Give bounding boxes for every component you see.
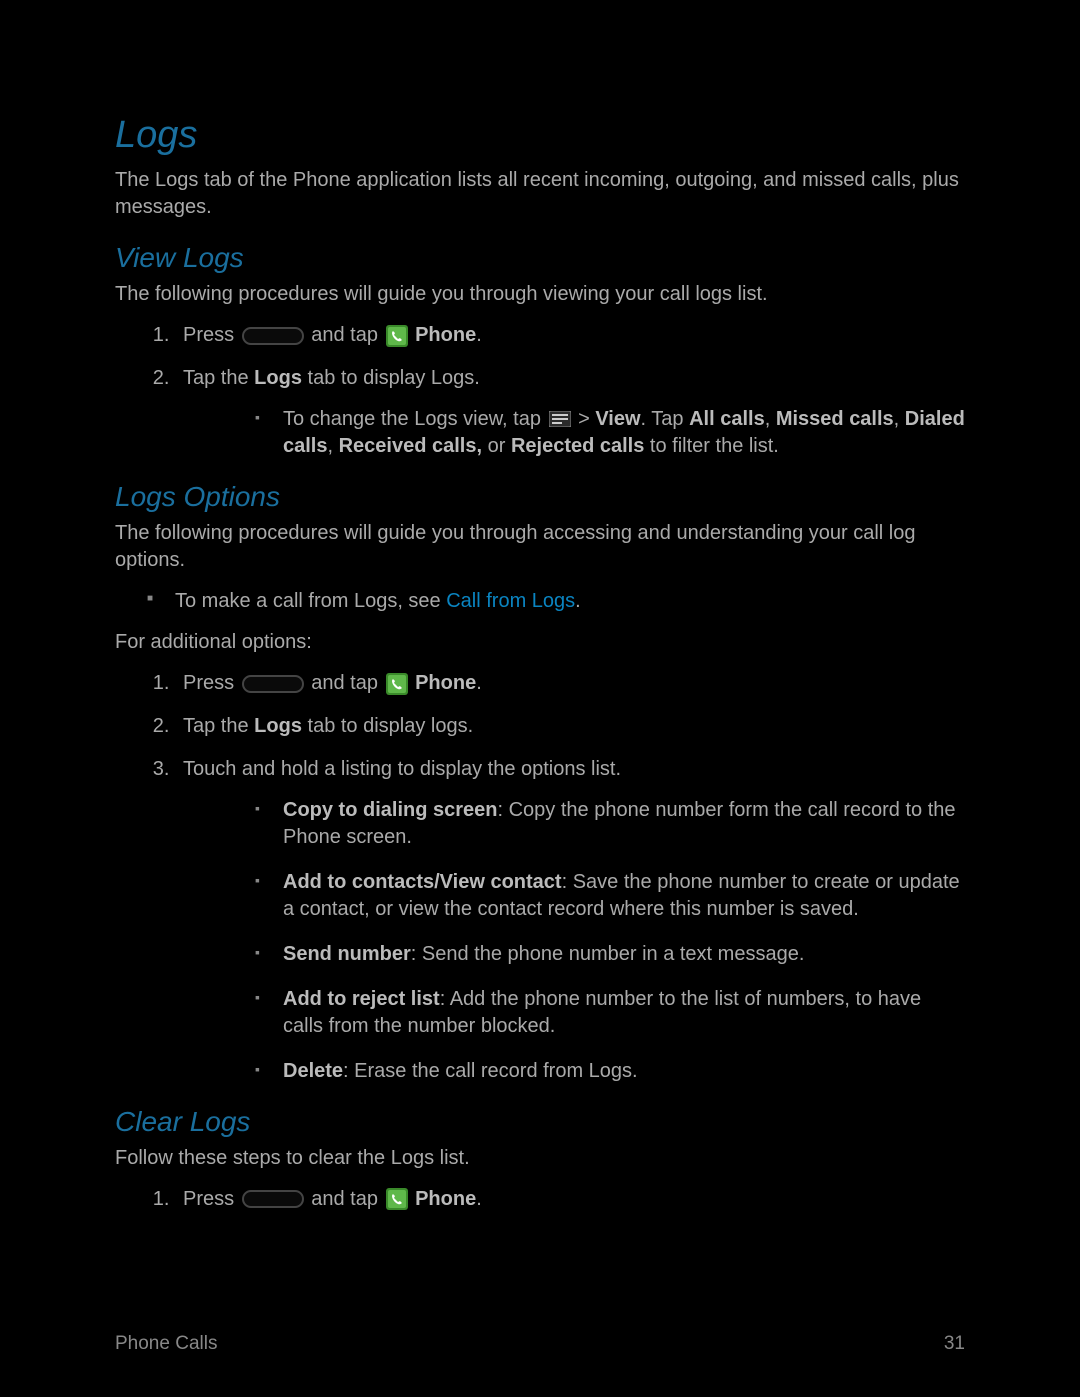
phone-label: Phone xyxy=(415,672,476,694)
text: and tap xyxy=(306,672,384,694)
text: > xyxy=(573,408,596,430)
logs-options-heading: Logs Options xyxy=(115,478,965,516)
opt-label: Add to reject list xyxy=(283,988,440,1010)
opt-text: : Send the phone number in a text messag… xyxy=(411,943,805,965)
logs-label: Logs xyxy=(254,367,302,389)
text: and tap xyxy=(306,324,384,346)
phone-icon xyxy=(386,1188,408,1210)
text: or xyxy=(482,435,511,457)
received-calls-label: Received calls, xyxy=(339,435,482,457)
text: Press xyxy=(183,324,240,346)
options-bullet-list: To make a call from Logs, see Call from … xyxy=(175,588,965,615)
view-sub-bullets: To change the Logs view, tap > View. Tap… xyxy=(283,406,965,460)
additional-options-text: For additional options: xyxy=(115,629,965,656)
options-steps: Press and tap Phone. Tap the Logs tab to… xyxy=(175,670,965,1085)
option-copy: Copy to dialing screen: Copy the phone n… xyxy=(283,797,965,851)
text: . xyxy=(575,590,581,612)
missed-calls-label: Missed calls xyxy=(776,408,894,430)
footer-page-number: 31 xyxy=(944,1331,965,1357)
menu-icon xyxy=(549,411,571,427)
home-button-icon xyxy=(242,1190,304,1208)
view-logs-intro: The following procedures will guide you … xyxy=(115,281,965,308)
opt-label: Add to contacts/View contact xyxy=(283,871,562,893)
page: Logs The Logs tab of the Phone applicati… xyxy=(0,0,1080,1397)
text: , xyxy=(327,435,338,457)
text: , xyxy=(894,408,905,430)
text: Tap the xyxy=(183,367,254,389)
text: , xyxy=(765,408,776,430)
text: Touch and hold a listing to display the … xyxy=(183,758,621,780)
rejected-calls-label: Rejected calls xyxy=(511,435,644,457)
text: tab to display Logs. xyxy=(302,367,480,389)
text: . Tap xyxy=(641,408,690,430)
footer-section: Phone Calls xyxy=(115,1331,217,1357)
call-from-logs-link[interactable]: Call from Logs xyxy=(446,590,575,612)
text: Press xyxy=(183,672,240,694)
all-calls-label: All calls xyxy=(689,408,765,430)
option-delete: Delete: Erase the call record from Logs. xyxy=(283,1058,965,1085)
text: . xyxy=(476,1188,482,1210)
view-step-1: Press and tap Phone. xyxy=(175,322,965,349)
clear-step-1: Press and tap Phone. xyxy=(175,1186,965,1213)
view-step-2: Tap the Logs tab to display Logs. To cha… xyxy=(175,365,965,460)
text: Press xyxy=(183,1188,240,1210)
logs-options-intro: The following procedures will guide you … xyxy=(115,520,965,574)
opt-label: Send number xyxy=(283,943,411,965)
phone-icon xyxy=(386,325,408,347)
text: tab to display logs. xyxy=(302,715,473,737)
view-logs-steps: Press and tap Phone. Tap the Logs tab to… xyxy=(175,322,965,460)
phone-label: Phone xyxy=(415,1188,476,1210)
clear-logs-heading: Clear Logs xyxy=(115,1103,965,1141)
options-sub-bullets: Copy to dialing screen: Copy the phone n… xyxy=(283,797,965,1085)
clear-logs-intro: Follow these steps to clear the Logs lis… xyxy=(115,1145,965,1172)
text: To change the Logs view, tap xyxy=(283,408,547,430)
option-send-number: Send number: Send the phone number in a … xyxy=(283,941,965,968)
text: Tap the xyxy=(183,715,254,737)
view-sub-bullet: To change the Logs view, tap > View. Tap… xyxy=(283,406,965,460)
option-add-contacts: Add to contacts/View contact: Save the p… xyxy=(283,869,965,923)
option-add-reject: Add to reject list: Add the phone number… xyxy=(283,986,965,1040)
home-button-icon xyxy=(242,327,304,345)
view-label: View xyxy=(595,408,640,430)
options-step-3: Touch and hold a listing to display the … xyxy=(175,756,965,1085)
home-button-icon xyxy=(242,675,304,693)
text: . xyxy=(476,324,482,346)
text: To make a call from Logs, see xyxy=(175,590,446,612)
intro-text: The Logs tab of the Phone application li… xyxy=(115,167,965,221)
phone-label: Phone xyxy=(415,324,476,346)
logs-label: Logs xyxy=(254,715,302,737)
text: to filter the list. xyxy=(644,435,779,457)
text: and tap xyxy=(306,1188,384,1210)
options-step-1: Press and tap Phone. xyxy=(175,670,965,697)
footer: Phone Calls 31 xyxy=(115,1331,965,1357)
opt-text: : Erase the call record from Logs. xyxy=(343,1060,638,1082)
options-bullet: To make a call from Logs, see Call from … xyxy=(175,588,965,615)
page-title: Logs xyxy=(115,110,965,161)
opt-label: Delete xyxy=(283,1060,343,1082)
phone-icon xyxy=(386,673,408,695)
text: . xyxy=(476,672,482,694)
view-logs-heading: View Logs xyxy=(115,239,965,277)
opt-label: Copy to dialing screen xyxy=(283,799,497,821)
options-step-2: Tap the Logs tab to display logs. xyxy=(175,713,965,740)
clear-logs-steps: Press and tap Phone. xyxy=(175,1186,965,1213)
